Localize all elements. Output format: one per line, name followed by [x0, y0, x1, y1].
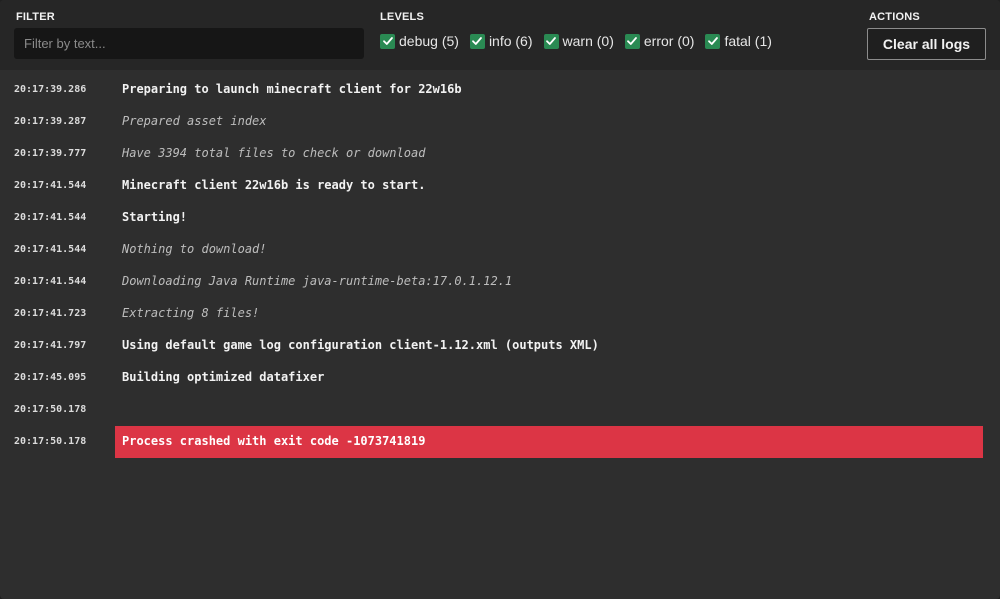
log-row: 20:17:41.544 Starting!: [0, 202, 1000, 234]
log-viewer: FILTER LEVELS debug (5) info (6) warn (: [0, 0, 1000, 599]
check-icon: [472, 37, 483, 45]
log-timestamp: 20:17:41.797: [14, 340, 87, 351]
info-checkbox[interactable]: [469, 33, 485, 49]
log-row: 20:17:41.723 Extracting 8 files!: [0, 298, 1000, 330]
log-timestamp: 20:17:39.777: [14, 148, 87, 159]
check-icon: [708, 37, 718, 45]
fatal-checkbox[interactable]: [705, 33, 721, 49]
log-timestamp: 20:17:41.544: [14, 244, 87, 255]
check-icon: [627, 37, 638, 45]
log-message: Nothing to download!: [122, 242, 267, 256]
level-toggle-debug[interactable]: debug (5): [380, 33, 459, 49]
log-list[interactable]: 20:17:39.286 Preparing to launch minecraf…: [0, 74, 1000, 599]
log-message: Building optimized datafixer: [122, 370, 325, 384]
actions-title: ACTIONS: [869, 11, 920, 23]
level-toggle-warn[interactable]: warn (0): [543, 33, 614, 49]
log-timestamp: 20:17:39.287: [14, 116, 87, 127]
clear-all-logs-button[interactable]: Clear all logs: [867, 28, 986, 60]
filter-input[interactable]: [14, 28, 364, 59]
log-message: Preparing to launch minecraft client for…: [122, 82, 462, 96]
warn-label: warn (0): [562, 33, 614, 49]
log-row: 20:17:41.544 Minecraft client 22w16b is r…: [0, 170, 1000, 202]
log-timestamp: 20:17:41.544: [14, 276, 87, 287]
log-row: 20:17:39.777 Have 3394 total files to che…: [0, 138, 1000, 170]
log-row: 20:17:41.544 Downloading Java Runtime jav…: [0, 266, 1000, 298]
log-row: 20:17:41.544 Nothing to download!: [0, 234, 1000, 266]
error-checkbox[interactable]: [624, 33, 640, 49]
log-message: [115, 394, 983, 426]
log-timestamp: 20:17:41.723: [14, 308, 87, 319]
log-row: 20:17:50.178: [0, 394, 1000, 426]
filter-title: FILTER: [16, 11, 55, 23]
toolbar: FILTER LEVELS debug (5) info (6) warn (: [0, 0, 1000, 70]
levels-title: LEVELS: [380, 11, 424, 23]
log-timestamp: 20:17:39.286: [14, 84, 87, 95]
check-icon: [546, 37, 556, 45]
log-row: 20:17:39.286 Preparing to launch minecraf…: [0, 74, 1000, 106]
level-toggle-info[interactable]: info (6): [469, 33, 533, 49]
debug-checkbox[interactable]: [380, 33, 395, 49]
log-message: Starting!: [122, 210, 188, 224]
log-timestamp: 20:17:50.178: [14, 404, 87, 415]
debug-label: debug (5): [399, 33, 459, 49]
log-row: 20:17:50.178 Process crashed with exit co…: [0, 426, 1000, 458]
log-message: Process crashed with exit code -10737418…: [115, 426, 983, 458]
log-message: Prepared asset index: [122, 114, 267, 128]
level-filters: debug (5) info (6) warn (0) error (0) fa…: [380, 33, 772, 49]
log-message: Downloading Java Runtime java-runtime-be…: [122, 274, 513, 288]
log-timestamp: 20:17:45.095: [14, 372, 87, 383]
log-row: 20:17:45.095 Building optimized datafixer: [0, 362, 1000, 394]
level-toggle-error[interactable]: error (0): [624, 33, 695, 49]
warn-checkbox[interactable]: [543, 33, 559, 49]
log-message: Have 3394 total files to check or downlo…: [122, 146, 426, 160]
log-message: Extracting 8 files!: [122, 306, 260, 320]
log-row: 20:17:39.287 Prepared asset index: [0, 106, 1000, 138]
log-message: Minecraft client 22w16b is ready to star…: [122, 178, 426, 192]
error-label: error (0): [643, 33, 695, 49]
fatal-label: fatal (1): [724, 33, 772, 49]
level-toggle-fatal[interactable]: fatal (1): [705, 33, 772, 49]
log-row: 20:17:41.797 Using default game log confi…: [0, 330, 1000, 362]
log-timestamp: 20:17:50.178: [14, 436, 87, 447]
log-timestamp: 20:17:41.544: [14, 212, 87, 223]
info-label: info (6): [488, 33, 533, 49]
check-icon: [382, 37, 393, 45]
log-timestamp: 20:17:41.544: [14, 180, 87, 191]
log-message: Using default game log configuration cli…: [122, 338, 599, 352]
